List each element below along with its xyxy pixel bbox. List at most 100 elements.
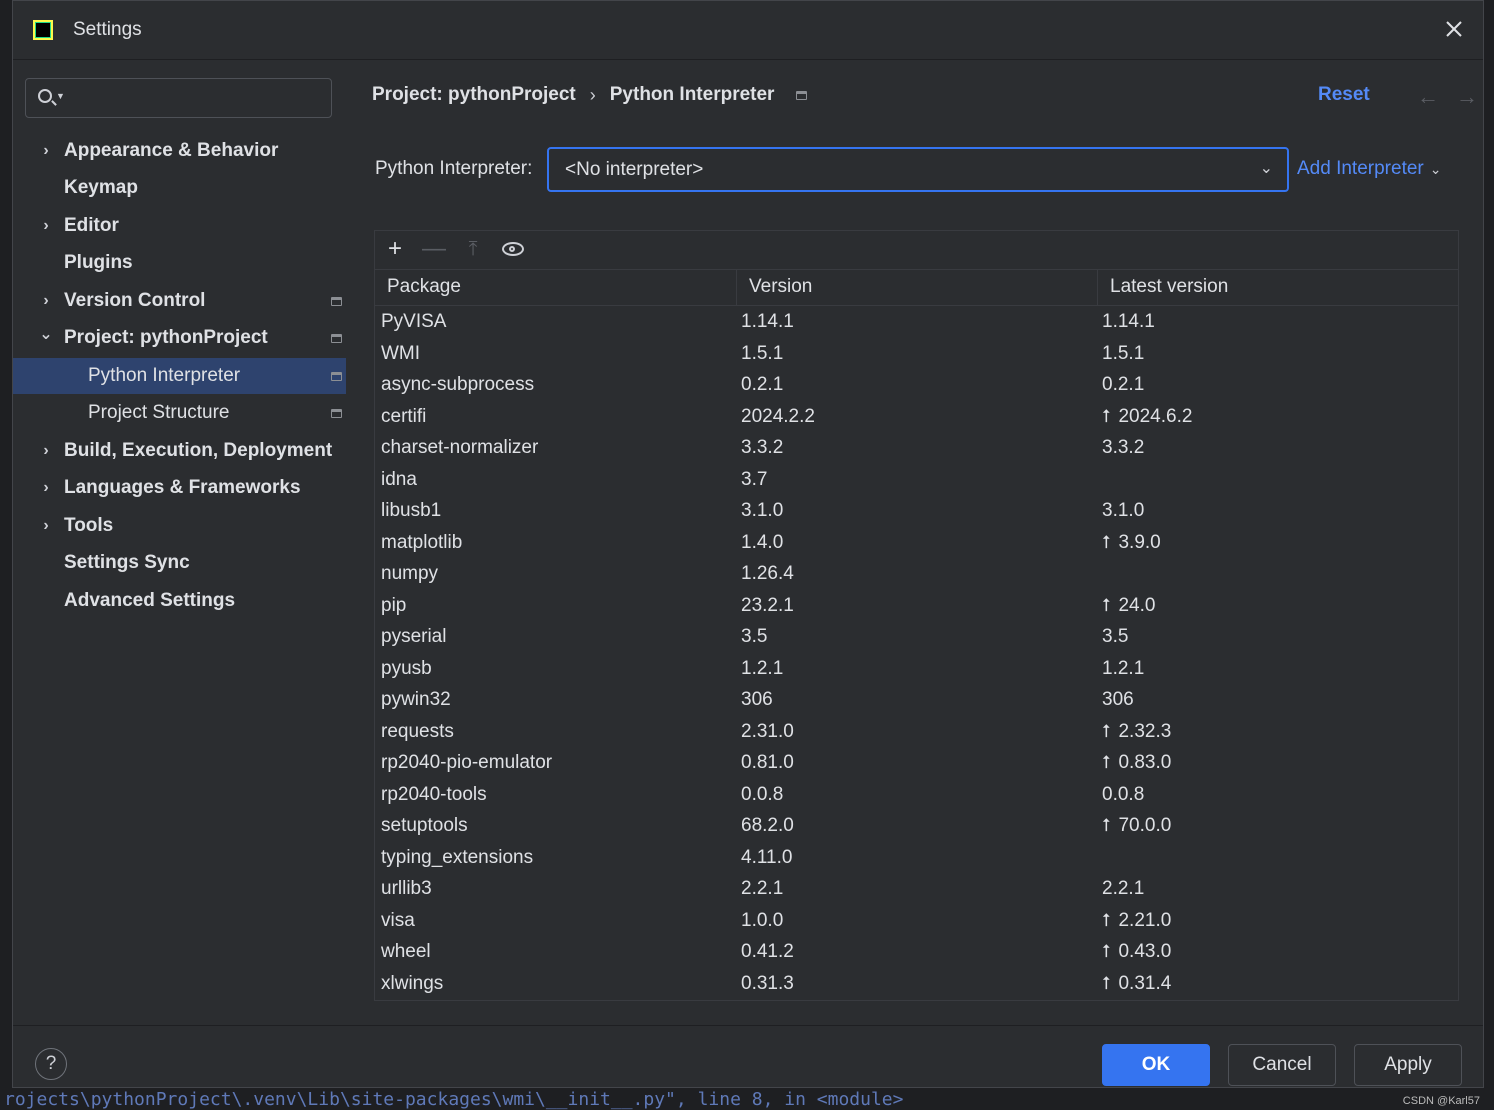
table-row[interactable]: idna 3.7 [375, 464, 1458, 496]
package-version: 1.14.1 [741, 311, 794, 332]
sidebar-item-editor[interactable]: › Editor [13, 208, 346, 244]
upgrade-package-button[interactable]: ⤒ [459, 235, 487, 263]
table-row[interactable]: urllib3 2.2.1 2.2.1 [375, 873, 1458, 905]
upgrade-arrow-icon: ⭡ [1102, 941, 1111, 961]
interpreter-label: Python Interpreter: [375, 158, 533, 179]
package-latest-version: 1.5.1 [1102, 338, 1144, 370]
sidebar-item-label: Advanced Settings [64, 590, 236, 611]
watermark: CSDN @Karl57 [1402, 1095, 1480, 1107]
interpreter-select[interactable]: <No interpreter> ⌄ [547, 147, 1289, 192]
latest-version-value: 0.31.4 [1118, 972, 1172, 994]
sidebar-item-languages-frameworks[interactable]: › Languages & Frameworks [13, 470, 346, 506]
add-interpreter-button[interactable]: Add Interpreter ⌄ [1297, 158, 1441, 180]
sidebar-item-keymap[interactable]: Keymap [13, 170, 346, 206]
sidebar-item-build-execution-deployment[interactable]: › Build, Execution, Deployment [13, 433, 346, 469]
table-row[interactable]: pyserial 3.5 3.5 [375, 621, 1458, 653]
close-button[interactable] [1441, 17, 1467, 43]
package-version: 2.2.1 [741, 878, 784, 899]
table-row[interactable]: pywin32 306 306 [375, 684, 1458, 716]
cancel-button[interactable]: Cancel [1228, 1044, 1336, 1086]
package-version: 3.3.2 [741, 437, 784, 458]
ok-button[interactable]: OK [1102, 1044, 1210, 1086]
chevron-right-icon[interactable]: › [39, 442, 53, 460]
package-latest-version: 0.0.8 [1102, 779, 1144, 811]
chevron-right-icon[interactable]: › [39, 479, 53, 497]
package-version: 2.31.0 [741, 720, 794, 742]
table-row[interactable]: numpy 1.26.4 [375, 558, 1458, 590]
add-package-button[interactable]: + [381, 235, 409, 263]
package-version: 2024.2.2 [741, 405, 815, 427]
table-row[interactable]: PyVISA 1.14.1 1.14.1 [375, 306, 1458, 338]
package-latest-version: ⭡ 24.0 [1102, 590, 1155, 622]
sidebar-item-project-structure[interactable]: Project Structure [13, 395, 346, 431]
package-latest-version: ⭡ 3.9.0 [1102, 527, 1161, 559]
upgrade-arrow-icon: ⭡ [1102, 405, 1111, 426]
sidebar-item-version-control[interactable]: › Version Control [13, 283, 346, 319]
chevron-right-icon[interactable]: › [39, 217, 53, 235]
sidebar-item-label: Version Control [64, 290, 206, 311]
chevron-right-icon[interactable]: › [39, 292, 53, 310]
table-row[interactable]: typing_extensions 4.11.0 [375, 842, 1458, 874]
latest-version-value: 2.32.3 [1118, 720, 1172, 742]
package-name: typing_extensions [381, 846, 534, 868]
sidebar-item-tools[interactable]: › Tools [13, 508, 346, 544]
table-row[interactable]: visa 1.0.0 ⭡ 2.21.0 [375, 905, 1458, 937]
sidebar-item-advanced-settings[interactable]: Advanced Settings [13, 583, 346, 619]
sidebar-item-project-pythonproject[interactable]: ⌄ Project: pythonProject [13, 320, 346, 356]
sidebar-item-label: Keymap [64, 177, 138, 198]
column-header-package[interactable]: Package [375, 269, 736, 305]
sidebar-item-label: Project: pythonProject [64, 327, 268, 348]
package-version: 1.4.0 [741, 531, 784, 553]
remove-package-button[interactable]: — [420, 235, 448, 263]
forward-arrow-icon[interactable]: → [1456, 84, 1478, 110]
sidebar-item-settings-sync[interactable]: Settings Sync [13, 545, 346, 581]
latest-version-value: 24.0 [1118, 594, 1156, 616]
show-early-releases-button[interactable] [498, 235, 526, 263]
sidebar-item-label: Tools [64, 515, 114, 536]
table-row[interactable]: matplotlib 1.4.0 ⭡ 3.9.0 [375, 527, 1458, 559]
back-arrow-icon[interactable]: ← [1417, 84, 1439, 110]
chevron-right-icon[interactable]: › [39, 142, 53, 160]
table-row[interactable]: libusb1 3.1.0 3.1.0 [375, 495, 1458, 527]
settings-search-input[interactable]: ▼ [25, 78, 332, 118]
package-latest-version: 3.1.0 [1102, 495, 1144, 527]
packages-table-body: PyVISA 1.14.1 1.14.1 WMI 1.5.1 1.5.1 async-sub… [375, 306, 1458, 999]
package-version: 0.41.2 [741, 941, 794, 962]
reset-link[interactable]: Reset [1318, 84, 1370, 106]
breadcrumb-current: Python Interpreter [609, 84, 775, 105]
table-row[interactable]: requests 2.31.0 ⭡ 2.32.3 [375, 716, 1458, 748]
eye-icon [502, 242, 524, 256]
chevron-down-icon[interactable]: ⌄ [39, 324, 53, 344]
apply-button[interactable]: Apply [1354, 1044, 1462, 1086]
table-row[interactable]: xlwings 0.31.3 ⭡ 0.31.4 [375, 968, 1458, 1000]
chevron-right-icon[interactable]: › [39, 517, 53, 535]
package-name: charset-normalizer [381, 437, 539, 458]
table-row[interactable]: certifi 2024.2.2 ⭡ 2024.6.2 [375, 401, 1458, 433]
table-row[interactable]: rp2040-pio-emulator 0.81.0 ⭡ 0.83.0 [375, 747, 1458, 779]
table-row[interactable]: pyusb 1.2.1 1.2.1 [375, 653, 1458, 685]
sidebar-item-label: Build, Execution, Deployment [64, 440, 333, 461]
latest-version-value: 3.3.2 [1102, 437, 1145, 458]
sidebar-item-python-interpreter[interactable]: Python Interpreter [13, 358, 346, 394]
chevron-down-icon: ⌄ [1259, 160, 1273, 177]
column-header-version[interactable]: Version [736, 269, 1097, 305]
package-name: visa [381, 909, 415, 931]
column-header-latest-version[interactable]: Latest version [1097, 269, 1458, 305]
table-row[interactable]: async-subprocess 0.2.1 0.2.1 [375, 369, 1458, 401]
table-row[interactable]: setuptools 68.2.0 ⭡ 70.0.0 [375, 810, 1458, 842]
project-scope-icon [331, 296, 342, 306]
table-row[interactable]: pip 23.2.1 ⭡ 24.0 [375, 590, 1458, 622]
table-row[interactable]: charset-normalizer 3.3.2 3.3.2 [375, 432, 1458, 464]
sidebar-item-appearance-behavior[interactable]: › Appearance & Behavior [13, 133, 346, 169]
sidebar-item-plugins[interactable]: Plugins [13, 245, 346, 281]
table-row[interactable]: rp2040-tools 0.0.8 0.0.8 [375, 779, 1458, 811]
upgrade-arrow-icon: ⭡ [1102, 720, 1111, 741]
table-row[interactable]: WMI 1.5.1 1.5.1 [375, 338, 1458, 370]
table-row[interactable]: wheel 0.41.2 ⭡ 0.43.0 [375, 936, 1458, 968]
project-scope-icon [796, 90, 808, 100]
breadcrumb-parent[interactable]: Project: pythonProject [372, 84, 576, 106]
package-name: idna [381, 468, 417, 490]
latest-version-value: 1.14.1 [1102, 311, 1155, 332]
help-button[interactable]: ? [35, 1048, 67, 1080]
package-version: 0.81.0 [741, 752, 794, 773]
